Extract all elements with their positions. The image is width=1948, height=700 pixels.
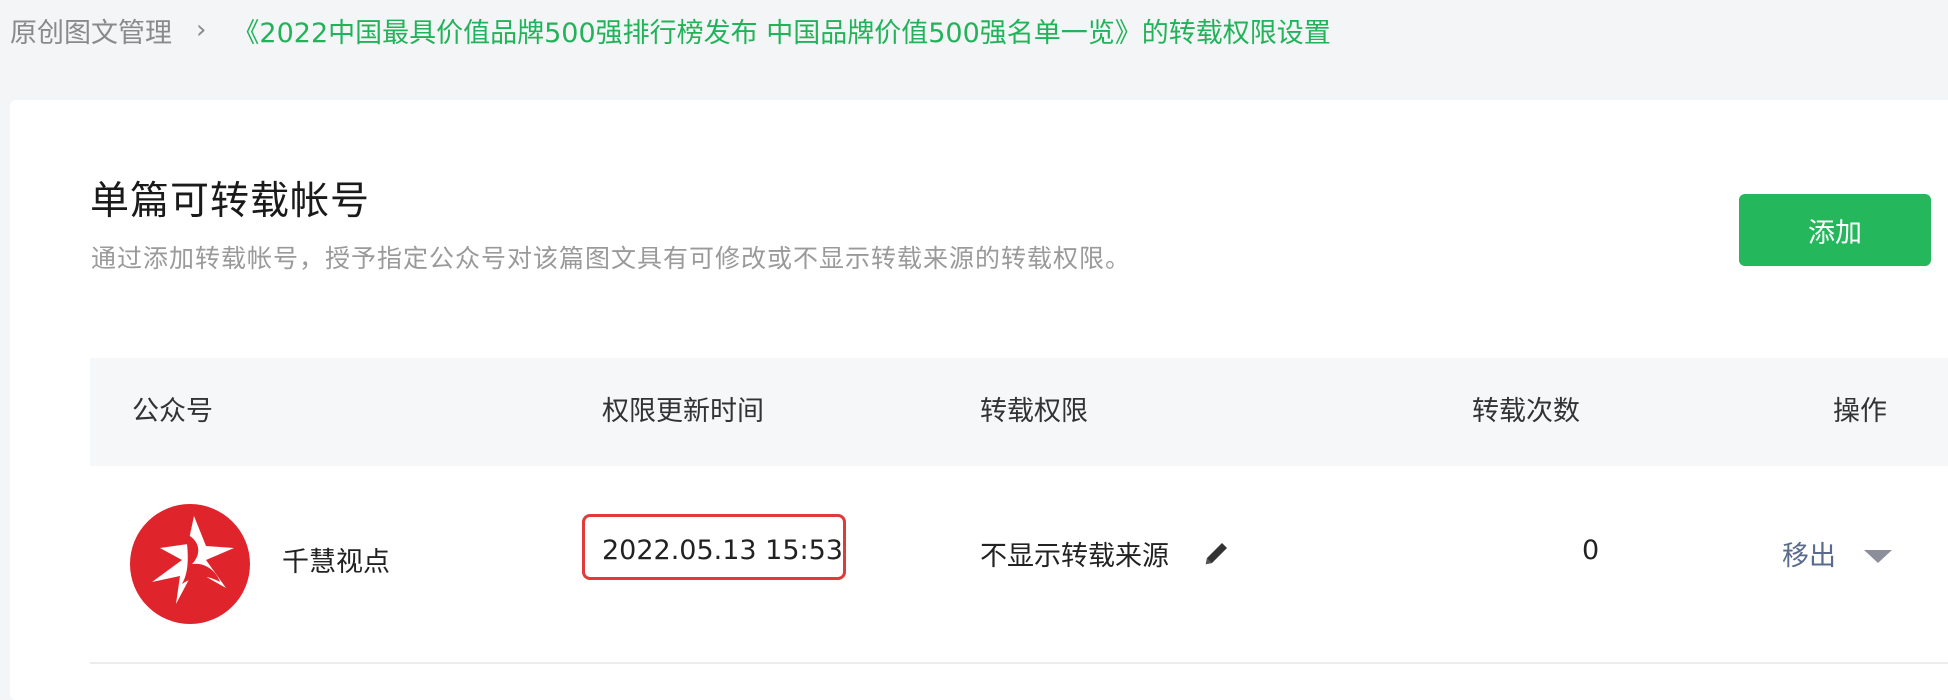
account-avatar xyxy=(130,504,250,624)
permission-value: 不显示转载来源 xyxy=(980,541,1169,572)
account-name: 千慧视点 xyxy=(282,547,390,578)
remove-link[interactable]: 移出 xyxy=(1782,534,1836,573)
caret-down-icon[interactable] xyxy=(1864,550,1892,563)
column-header-permission: 转载权限 xyxy=(980,396,1088,427)
table-header: 公众号 权限更新时间 转载权限 转载次数 操作 xyxy=(90,358,1948,466)
section-title: 单篇可转载帐号 xyxy=(90,179,371,224)
breadcrumb-root-link[interactable]: 原创图文管理 xyxy=(10,11,172,50)
section-description: 通过添加转载帐号，授予指定公众号对该篇图文具有可修改或不显示转载来源的转载权限。 xyxy=(91,244,1132,273)
breadcrumb: 原创图文管理 › 《2022中国最具价值品牌500强排行榜发布 中国品牌价值50… xyxy=(10,10,1331,50)
column-header-update-time: 权限更新时间 xyxy=(602,396,764,427)
repost-count: 0 xyxy=(1582,535,1600,566)
update-time: 2022.05.13 15:53 xyxy=(602,535,843,566)
chevron-right-icon: › xyxy=(196,15,207,45)
breadcrumb-current: 《2022中国最具价值品牌500强排行榜发布 中国品牌价值500强名单一览》的转… xyxy=(232,17,1331,49)
add-button[interactable]: 添加 xyxy=(1739,194,1931,266)
pencil-icon[interactable] xyxy=(1202,538,1232,568)
column-header-action: 操作 xyxy=(1833,396,1887,427)
table-row: 千慧视点 2022.05.13 15:53 不显示转载来源 0 移出 xyxy=(90,466,1948,664)
column-header-account: 公众号 xyxy=(132,396,213,427)
column-header-count: 转载次数 xyxy=(1472,396,1580,427)
